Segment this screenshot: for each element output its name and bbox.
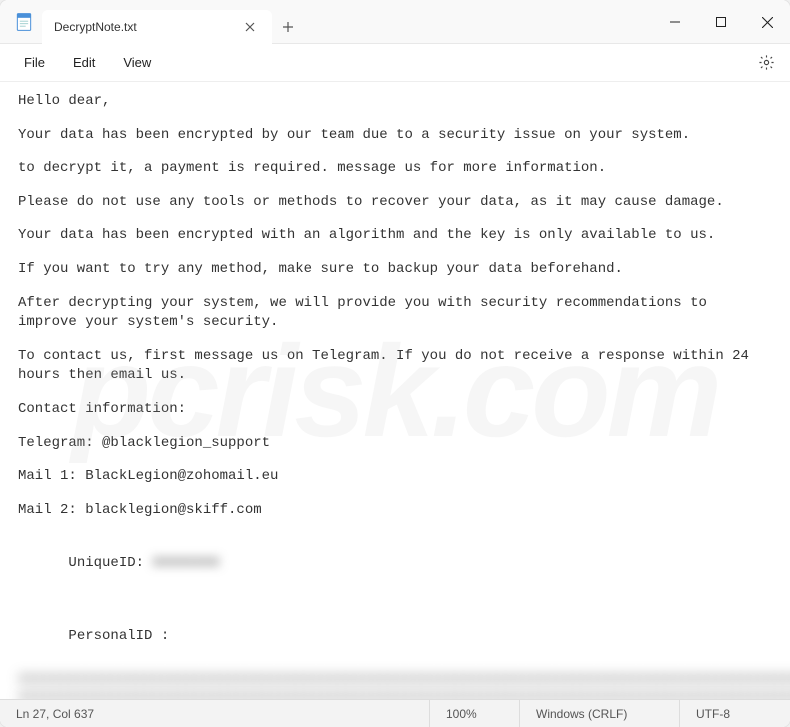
status-line-ending[interactable]: Windows (CRLF) — [520, 700, 680, 727]
text-line: Hello dear, — [18, 92, 772, 112]
status-encoding[interactable]: UTF-8 — [680, 700, 790, 727]
text-line: Your data has been encrypted by our team… — [18, 126, 772, 146]
statusbar: Ln 27, Col 637 100% Windows (CRLF) UTF-8 — [0, 699, 790, 727]
status-cursor-position[interactable]: Ln 27, Col 637 — [0, 700, 430, 727]
text-line: To contact us, first message us on Teleg… — [18, 347, 772, 386]
window-controls — [652, 0, 790, 44]
gear-icon — [758, 54, 775, 71]
uniqueid-value: XXXXXXXX — [152, 555, 219, 571]
uniqueid-label: UniqueID: — [68, 555, 152, 571]
menu-view[interactable]: View — [109, 51, 165, 74]
text-line: Your data has been encrypted with an alg… — [18, 226, 772, 246]
maximize-button[interactable] — [698, 0, 744, 44]
text-line: Mail 2: blacklegion@skiff.com — [18, 501, 772, 521]
status-zoom[interactable]: 100% — [430, 700, 520, 727]
text-line: to decrypt it, a payment is required. me… — [18, 159, 772, 179]
text-line: PersonalID : — [18, 607, 772, 666]
menu-edit[interactable]: Edit — [59, 51, 109, 74]
text-line: Telegram: @blacklegion_support — [18, 434, 772, 454]
close-tab-icon[interactable] — [240, 17, 260, 37]
text-editor-area[interactable]: pcrisk.com Hello dear, Your data has bee… — [0, 82, 790, 699]
tab-title: DecryptNote.txt — [54, 20, 240, 34]
notepad-window: DecryptNote.txt File Edit View — [0, 0, 790, 727]
text-line: After decrypting your system, we will pr… — [18, 294, 772, 333]
notepad-app-icon — [14, 12, 34, 32]
new-tab-button[interactable] — [272, 10, 304, 44]
file-tab[interactable]: DecryptNote.txt — [42, 10, 272, 44]
text-line: Please do not use any tools or methods t… — [18, 193, 772, 213]
minimize-button[interactable] — [652, 0, 698, 44]
menu-file[interactable]: File — [10, 51, 59, 74]
text-line: Contact information: — [18, 400, 772, 420]
menubar: File Edit View — [0, 44, 790, 82]
settings-button[interactable] — [752, 49, 780, 77]
text-line: UniqueID: XXXXXXXX — [18, 534, 772, 593]
titlebar: DecryptNote.txt — [0, 0, 790, 44]
text-line: Mail 1: BlackLegion@zohomail.eu — [18, 467, 772, 487]
personalid-label: PersonalID : — [68, 628, 169, 644]
personalid-value: xxxxxxxxxxxxxxxxxxxxxxxxxxxxxxxxxxxxxxxx… — [18, 670, 772, 699]
text-line: If you want to try any method, make sure… — [18, 260, 772, 280]
close-button[interactable] — [744, 0, 790, 44]
